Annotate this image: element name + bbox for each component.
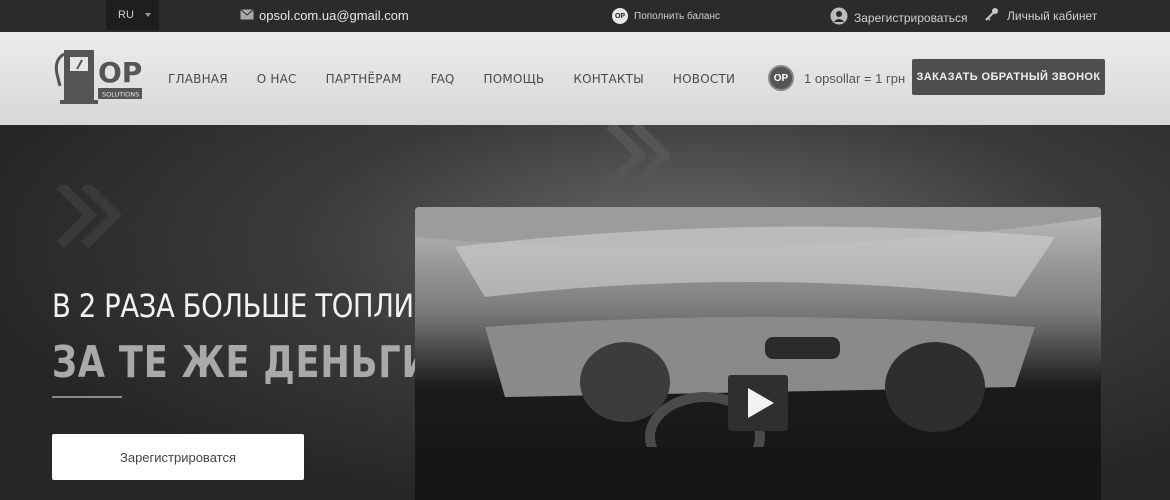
- main-header: OP SOLUTIONS ГЛАВНАЯ О НАС ПАРТНЁРАМ FAQ…: [0, 32, 1170, 125]
- email-text: opsol.com.ua@gmail.com: [259, 8, 409, 23]
- nav-partners[interactable]: ПАРТНЁРАМ: [326, 72, 402, 86]
- hero-subheadline: ЗА ТЕ ЖЕ ДЕНЬГИ!: [52, 337, 449, 388]
- chevron-down-icon: [145, 13, 151, 17]
- language-value: RU: [118, 9, 134, 21]
- divider: [52, 396, 122, 398]
- video-player[interactable]: [415, 207, 1101, 500]
- op-coin-icon: OP: [768, 65, 794, 91]
- decorative-chevron-icon: [606, 125, 673, 189]
- top-bar: RU opsol.com.ua@gmail.com OP Пополнить б…: [0, 0, 1170, 32]
- hero-section: В 2 РАЗА БОЛЬШЕ ТОПЛИВА ЗА ТЕ ЖЕ ДЕНЬГИ!…: [0, 125, 1170, 500]
- user-icon: [830, 7, 848, 28]
- nav-contacts[interactable]: КОНТАКТЫ: [573, 72, 644, 86]
- currency-rate: OP 1 opsollar = 1 грн: [768, 65, 905, 91]
- register-link[interactable]: Зарегистрироваться: [830, 7, 967, 28]
- op-coin-icon: OP: [612, 8, 628, 24]
- fuel-pump-logo-icon: OP SOLUTIONS: [54, 50, 142, 104]
- site-logo[interactable]: OP SOLUTIONS: [52, 44, 144, 106]
- register-text: Зарегистрироваться: [854, 10, 968, 25]
- callback-button[interactable]: ЗАКАЗАТЬ ОБРАТНЫЙ ЗВОНОК: [912, 59, 1105, 95]
- envelope-icon: [240, 8, 254, 23]
- nav-faq[interactable]: FAQ: [431, 72, 455, 86]
- play-icon: [748, 388, 774, 418]
- language-select[interactable]: RU: [106, 0, 159, 30]
- nav-help[interactable]: ПОМОЩЬ: [484, 72, 545, 86]
- svg-text:OP: OP: [98, 56, 142, 89]
- nav-about[interactable]: О НАС: [257, 72, 297, 86]
- hero-headline: В 2 РАЗА БОЛЬШЕ ТОПЛИВА: [52, 287, 451, 325]
- video-play-button[interactable]: [728, 375, 788, 431]
- nav-news[interactable]: НОВОСТИ: [673, 72, 735, 86]
- decorative-chevron-icon: [56, 185, 123, 249]
- account-text: Личный кабинет: [1007, 8, 1098, 23]
- topup-balance-link[interactable]: OP Пополнить баланс: [612, 8, 720, 24]
- topup-text: Пополнить баланс: [634, 10, 720, 22]
- main-nav: ГЛАВНАЯ О НАС ПАРТНЁРАМ FAQ ПОМОЩЬ КОНТА…: [168, 72, 764, 86]
- register-cta-button[interactable]: Зарегистрироватся: [52, 434, 304, 480]
- account-link[interactable]: Личный кабинет: [985, 7, 1097, 24]
- nav-home[interactable]: ГЛАВНАЯ: [168, 72, 228, 86]
- svg-text:SOLUTIONS: SOLUTIONS: [102, 91, 139, 99]
- key-icon: [985, 7, 999, 24]
- rate-text: 1 opsollar = 1 грн: [804, 70, 906, 86]
- email-link[interactable]: opsol.com.ua@gmail.com: [240, 8, 409, 23]
- video-thumbnail-image: [415, 207, 1101, 500]
